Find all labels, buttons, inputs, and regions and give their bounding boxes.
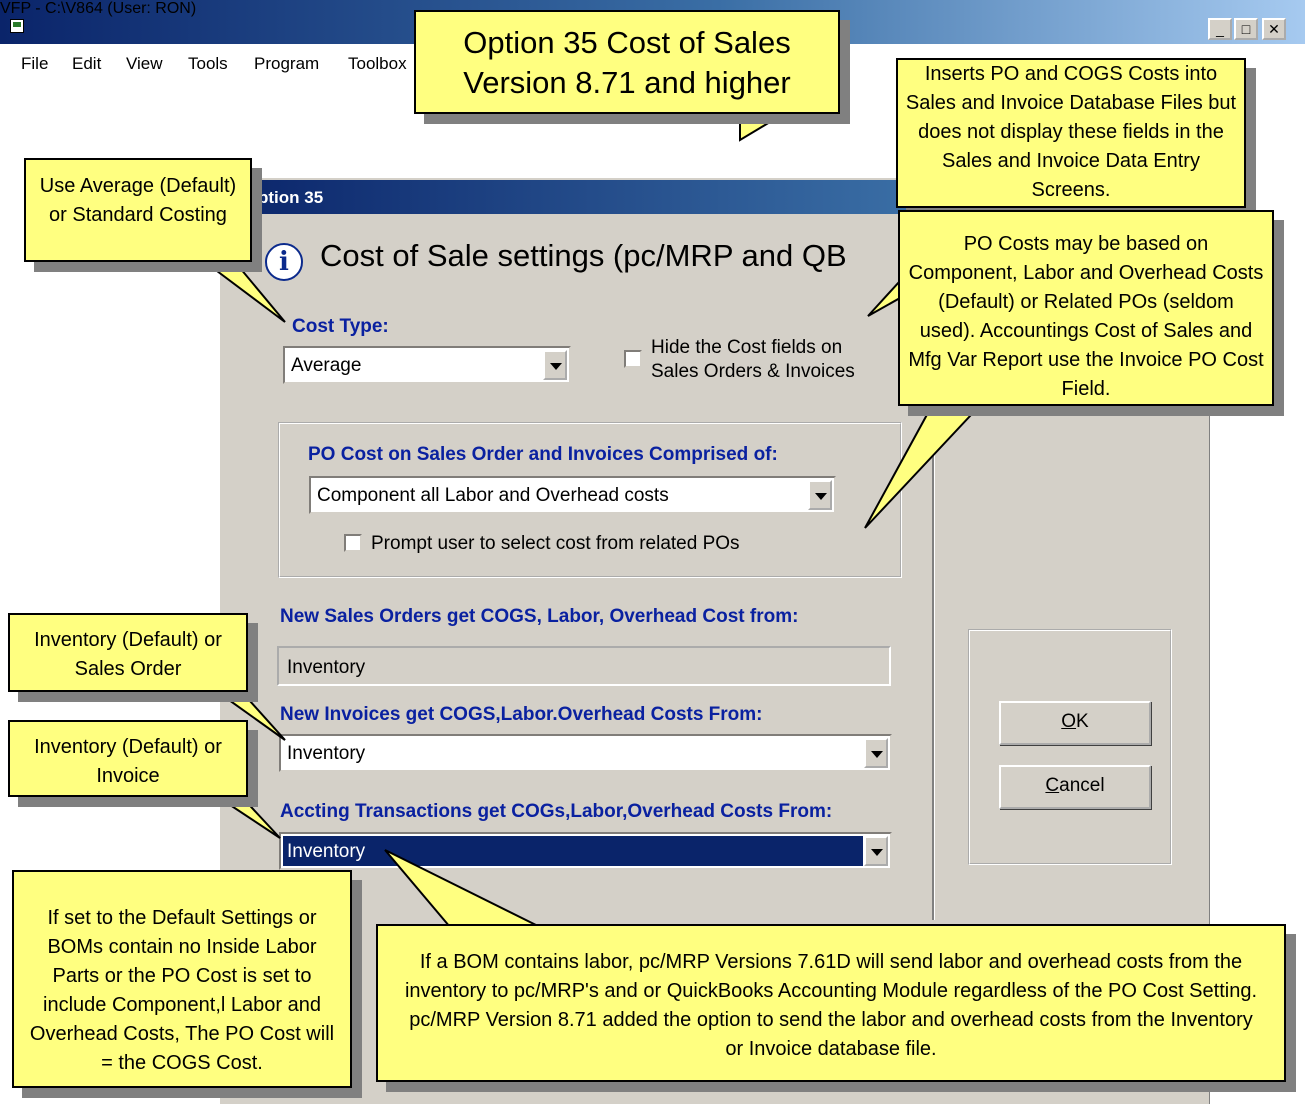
close-button[interactable]: ✕ (1262, 18, 1286, 40)
new-so-value: Inventory (287, 657, 366, 678)
hide-cost-label: Hide the Cost fields on Sales Orders & I… (651, 336, 855, 384)
new-invoice-value: Inventory (287, 743, 366, 764)
new-invoice-select[interactable]: Inventory (279, 734, 892, 772)
app-title: VFP - C:\V864 (User: RON) (0, 0, 197, 17)
menu-edit[interactable]: Edit (72, 54, 101, 74)
cost-type-value: Average (291, 355, 362, 376)
title-callout-line1: Option 35 Cost of Sales (463, 25, 791, 60)
cancel-label: ancel (1059, 775, 1105, 796)
chevron-down-icon[interactable] (543, 350, 567, 380)
button-panel (968, 629, 1172, 865)
new-invoice-label: New Invoices get COGS,Labor.Overhead Cos… (280, 704, 763, 725)
inserts-callout: Inserts PO and COGS Costs into Sales and… (896, 58, 1246, 208)
ok-button[interactable]: OK (999, 701, 1151, 745)
dialog-title: ption 35 (258, 188, 324, 207)
app-icon (10, 19, 24, 33)
title-callout-line2: Version 8.71 and higher (463, 65, 791, 100)
cancel-mnemonic: C (1045, 775, 1060, 796)
bom-labor-callout: If a BOM contains labor, pc/MRP Versions… (376, 924, 1286, 1082)
menu-program[interactable]: Program (254, 54, 319, 74)
accting-label: Accting Transactions get COGs,Labor,Over… (280, 801, 833, 822)
chevron-down-icon[interactable] (808, 480, 832, 510)
chevron-down-icon[interactable] (864, 738, 888, 768)
cancel-button[interactable]: Cancel (999, 765, 1151, 809)
maximize-button[interactable]: □ (1234, 18, 1258, 40)
menu-tools[interactable]: Tools (188, 54, 228, 74)
hide-cost-label-line2: Sales Orders & Invoices (651, 361, 855, 382)
dialog-separator (932, 420, 935, 920)
info-icon: i (265, 243, 303, 281)
average-callout: Use Average (Default) or Standard Costin… (24, 158, 252, 262)
chevron-down-icon[interactable] (864, 836, 888, 866)
new-so-field[interactable]: Inventory (277, 646, 891, 686)
po-cost-label: PO Cost on Sales Order and Invoices Comp… (308, 444, 778, 465)
po-cost-select[interactable]: Component all Labor and Overhead costs (309, 476, 836, 514)
menu-toolbox[interactable]: Toolbox (348, 54, 407, 74)
inventory-so-callout: Inventory (Default) or Sales Order (8, 613, 248, 692)
ok-label: K (1076, 711, 1089, 732)
accting-select[interactable]: Inventory (279, 832, 892, 870)
new-so-label: New Sales Orders get COGS, Labor, Overhe… (280, 606, 799, 627)
po-costs-callout: PO Costs may be based on Component, Labo… (898, 210, 1274, 406)
inventory-invoice-callout: Inventory (Default) or Invoice (8, 720, 248, 797)
cost-type-label: Cost Type: (292, 316, 389, 337)
selection-highlight (283, 836, 863, 866)
menu-view[interactable]: View (126, 54, 163, 74)
title-callout: Option 35 Cost of Sales Version 8.71 and… (414, 10, 840, 114)
menu-file[interactable]: File (21, 54, 48, 74)
dialog-heading: Cost of Sale settings (pc/MRP and QB (320, 238, 847, 273)
cost-type-select[interactable]: Average (283, 346, 571, 384)
prompt-related-po-checkbox[interactable] (344, 534, 362, 552)
hide-cost-checkbox[interactable] (624, 350, 642, 368)
prompt-related-po-label: Prompt user to select cost from related … (371, 533, 740, 554)
po-cost-value: Component all Labor and Overhead costs (317, 485, 669, 506)
ok-mnemonic: O (1061, 711, 1077, 732)
hide-cost-label-line1: Hide the Cost fields on (651, 337, 843, 358)
default-settings-callout: If set to the Default Settings or BOMs c… (12, 870, 352, 1088)
accting-value: Inventory (287, 841, 366, 862)
minimize-button[interactable]: _ (1208, 18, 1232, 40)
